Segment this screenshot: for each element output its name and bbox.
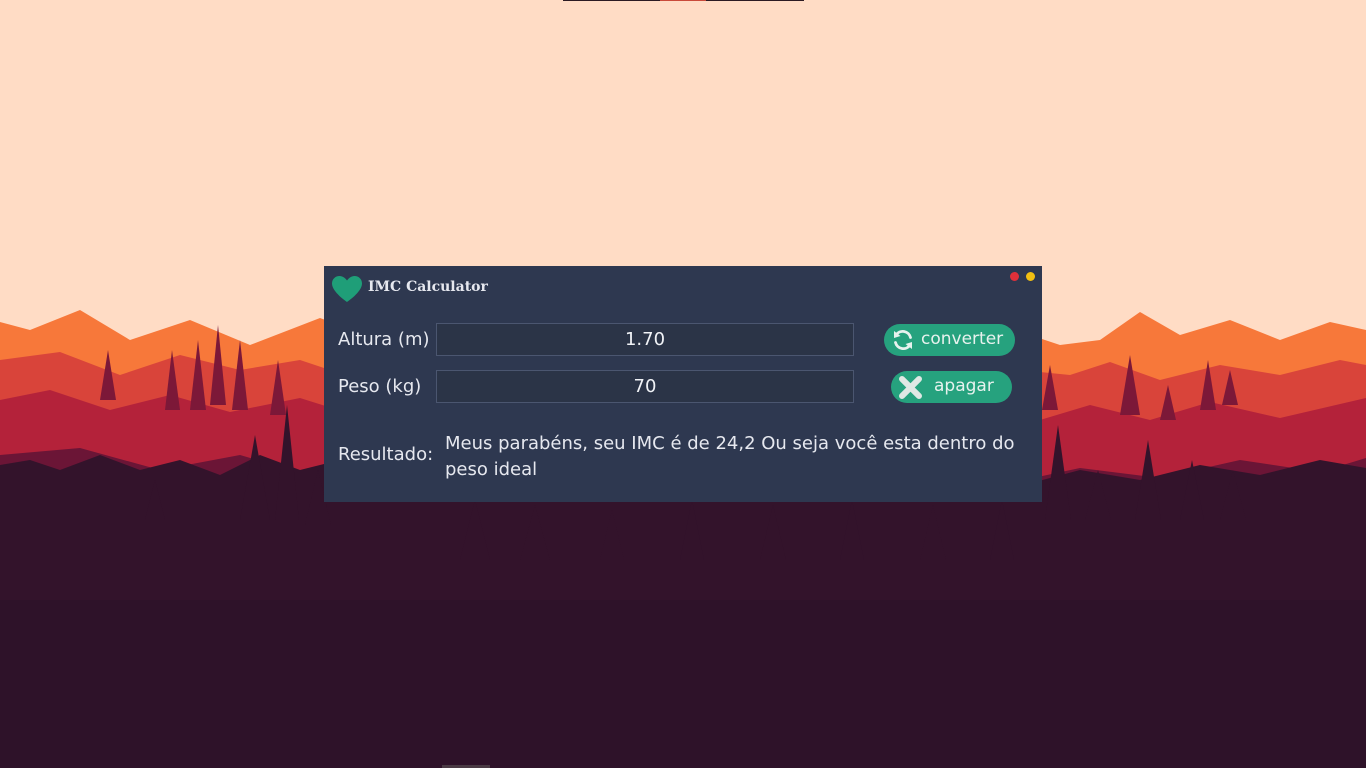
minimize-window-button[interactable] [1026,272,1035,281]
refresh-icon [894,330,912,350]
apagar-button[interactable]: apagar [891,371,1012,403]
peso-input[interactable] [436,370,854,403]
heart-icon [332,276,362,302]
converter-button-label: converter [921,329,1004,349]
window-title: IMC Calculator [368,279,488,295]
apagar-button-label: apagar [934,376,994,396]
imc-calculator-window: IMC Calculator Altura (m) Peso (kg) conv… [324,266,1042,502]
close-icon [899,376,922,399]
converter-button[interactable]: converter [884,324,1015,356]
peso-label: Peso (kg) [338,376,422,397]
result-message: Meus parabéns, seu IMC é de 24,2 Ou seja… [445,433,1015,480]
altura-label: Altura (m) [338,329,430,350]
close-window-button[interactable] [1010,272,1019,281]
altura-input[interactable] [436,323,854,356]
resultado-label: Resultado: [338,444,434,465]
title-bar[interactable]: IMC Calculator [324,266,1042,312]
top-edge-indicator [660,0,706,1]
